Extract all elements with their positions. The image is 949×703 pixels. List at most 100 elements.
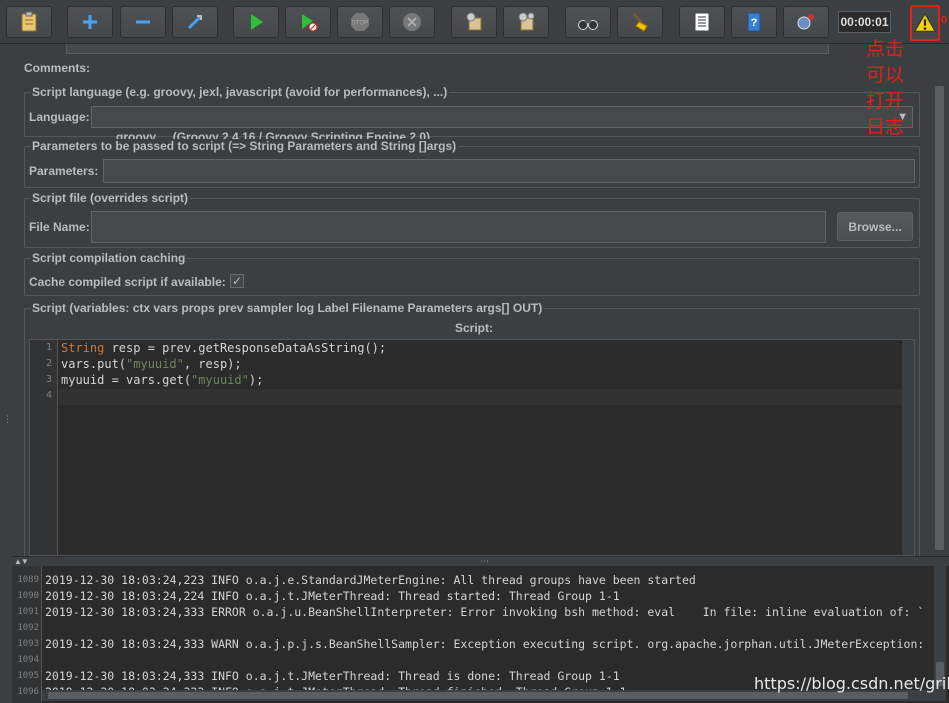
shutdown-icon (403, 13, 421, 31)
splitter-grip-icon: ⋯ (480, 556, 489, 566)
log-line-number: 1095 (17, 671, 39, 681)
watermark-text: https://blog.csdn.net/grily5 (754, 674, 949, 693)
cache-compiled-label: Cache compiled script if available: (29, 275, 226, 289)
splitter-arrows-icon[interactable]: ▲▼ (14, 557, 29, 566)
file-name-input[interactable] (91, 211, 826, 243)
annotation-text: 点击可以打开日志 (866, 38, 905, 138)
log-line: 2019-12-30 18:03:24,223 INFO o.a.j.e.Sta… (45, 573, 696, 587)
play-icon (251, 14, 263, 30)
log-line-number: 1089 (17, 575, 39, 585)
left-panel-divider[interactable]: ⋮ (0, 44, 12, 556)
warning-count: 0 (941, 14, 948, 26)
warning-icon (914, 12, 936, 32)
clear-all-button[interactable] (503, 6, 549, 38)
stop-icon: STOP (351, 13, 369, 31)
code-line: String resp = prev.getResponseDataAsStri… (59, 341, 902, 357)
code-line: myuuid = vars.get("myuuid"); (59, 373, 902, 389)
shutdown-button[interactable] (389, 6, 435, 38)
log-line: 2019-12-30 18:03:24,333 ERROR o.a.j.u.Be… (45, 605, 925, 619)
top-field-edge (66, 44, 829, 54)
bsf-sampler-panel: Comments: Script language (e.g. groovy, … (12, 44, 934, 568)
code-string: "myuuid" (126, 357, 184, 371)
script-group-title: Script (variables: ctx vars props prev s… (30, 301, 545, 315)
main-vertical-scrollbar[interactable] (934, 86, 946, 556)
list-icon (694, 12, 710, 32)
divider-grip-icon: ⋮ (3, 414, 12, 424)
templates-button[interactable] (6, 6, 52, 38)
search-button[interactable] (565, 6, 611, 38)
stop-button[interactable]: STOP (337, 6, 383, 38)
scrollbar-thumb[interactable] (935, 86, 944, 550)
svg-text:?: ? (751, 17, 758, 29)
line-number: 4 (45, 390, 52, 401)
binoculars-icon (578, 19, 598, 30)
gears-broom-icon (518, 12, 535, 31)
remote-start-icon (797, 14, 814, 30)
code-keyword: String (61, 341, 105, 355)
script-caching-group: Script compilation caching Cache compile… (24, 251, 920, 296)
script-code-editor[interactable]: 1 2 3 4 String resp = prev.getResponseDa… (29, 339, 915, 556)
code-string: "myuuid" (191, 373, 249, 387)
code-text: resp = prev.getResponseDataAsString(); (104, 341, 387, 355)
scrollbar-thumb[interactable] (48, 692, 908, 699)
svg-text:STOP: STOP (352, 21, 368, 27)
gear-broom-icon (466, 12, 482, 31)
parameters-input[interactable] (103, 159, 915, 183)
code-text: vars.put( (61, 357, 127, 371)
parameters-title: Parameters to be passed to script (=> St… (30, 139, 459, 153)
parameters-label: Parameters: (29, 164, 99, 178)
elapsed-timer: 00:00:01 (838, 11, 891, 33)
language-label: Language: (29, 110, 90, 124)
start-no-pauses-button[interactable] (285, 6, 331, 38)
cache-compiled-checkbox[interactable]: ✓ (230, 274, 244, 288)
editor-line-gutter: 1 2 3 4 (30, 340, 58, 555)
script-caching-title: Script compilation caching (30, 251, 188, 265)
wand-icon (187, 14, 203, 30)
code-line: vars.put("myuuid", resp); (59, 357, 902, 373)
add-button[interactable] (67, 6, 113, 38)
script-editor-label: Script: (455, 321, 494, 335)
clipboard-icon (21, 11, 37, 32)
script-language-title: Script language (e.g. groovy, jexl, java… (30, 85, 450, 99)
script-file-title: Script file (overrides script) (30, 191, 191, 205)
parameters-group: Parameters to be passed to script (=> St… (24, 139, 920, 188)
log-viewer-toggle-button[interactable] (910, 5, 940, 41)
log-line-number: 1096 (17, 687, 39, 697)
log-line-number: 1091 (17, 607, 39, 617)
log-line: 2019-12-30 18:03:24,224 INFO o.a.j.t.JMe… (45, 589, 620, 603)
function-helper-button[interactable] (679, 6, 725, 38)
editor-scrollbar[interactable] (902, 340, 914, 555)
log-line-number: 1092 (17, 623, 39, 633)
reset-search-button[interactable] (617, 6, 663, 38)
log-line: 2019-12-30 18:03:24,333 INFO o.a.j.t.JMe… (45, 669, 620, 683)
help-button[interactable]: ? (731, 6, 777, 38)
start-button[interactable] (233, 6, 279, 38)
script-file-group: Script file (overrides script) File Name… (24, 191, 920, 248)
log-line-number: 1090 (17, 591, 39, 601)
toggle-button[interactable] (172, 6, 218, 38)
remote-button[interactable] (783, 6, 829, 38)
log-line-number: 1094 (17, 655, 39, 665)
line-number: 1 (45, 342, 52, 353)
toolbar: STOP ? 00:00:01 0 (0, 0, 949, 44)
language-select[interactable]: groovy (Groovy 2.4.16 / Groovy Scripting… (91, 106, 913, 144)
script-language-group: Script language (e.g. groovy, jexl, java… (24, 85, 920, 144)
browse-button[interactable]: Browse... (837, 212, 913, 241)
broom-icon (633, 13, 648, 32)
clear-button[interactable] (451, 6, 497, 38)
line-number: 3 (45, 374, 52, 385)
log-line-number: 1093 (17, 639, 39, 649)
code-text: , resp); (183, 357, 242, 371)
comments-label: Comments: (24, 61, 91, 75)
line-number: 2 (45, 358, 52, 369)
remove-button[interactable] (120, 6, 166, 38)
log-line-gutter: 1089 1090 1091 1092 1093 1094 1095 1096 (12, 566, 42, 703)
log-line: 2019-12-30 18:03:24,333 WARN o.a.j.p.j.s… (45, 637, 925, 651)
play-no-timers-icon (302, 14, 318, 32)
code-text: ); (248, 373, 264, 387)
log-panel-splitter[interactable]: ▲▼ ⋯ (12, 556, 949, 566)
minus-icon (136, 20, 150, 24)
code-line-current (59, 389, 902, 405)
log-vertical-scrollbar[interactable] (934, 566, 946, 690)
help-book-icon: ? (747, 12, 761, 32)
